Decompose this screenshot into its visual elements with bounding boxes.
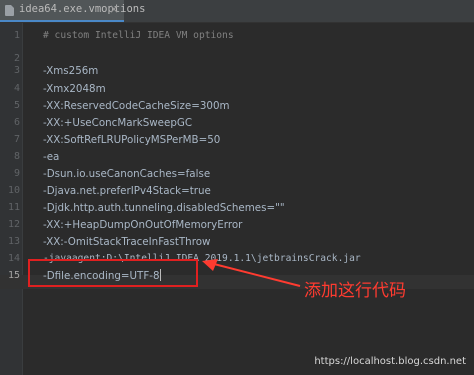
line-number: 8: [13, 151, 20, 162]
code-line[interactable]: -ea: [43, 150, 59, 164]
editor-tab-bar: idea64.exe.vmoptions ×: [0, 0, 474, 23]
code-line[interactable]: -XX:SoftRefLRUPolicyMSPerMB=50: [43, 133, 220, 147]
file-icon: [5, 5, 14, 16]
line-number-active: 15: [7, 270, 20, 281]
line-number: 12: [7, 219, 20, 230]
code-line-comment[interactable]: # custom IntelliJ IDEA VM options: [43, 29, 234, 43]
line-number: 13: [7, 236, 20, 247]
code-line[interactable]: -Djdk.http.auth.tunneling.disabledScheme…: [43, 201, 285, 215]
annotation-arrow-icon: [202, 259, 301, 287]
annotation-highlight-box: [28, 259, 198, 287]
code-line[interactable]: -XX:+UseConcMarkSweepGC: [43, 116, 192, 130]
line-number: 3: [13, 65, 20, 76]
line-number: 10: [7, 185, 20, 196]
ide-window: idea64.exe.vmoptions × 1 2 3 4 5 6 7 8 9…: [0, 0, 474, 375]
line-number: 14: [7, 253, 20, 264]
annotation-label: 添加这行代码: [304, 281, 406, 301]
line-number: 9: [13, 168, 20, 179]
code-line[interactable]: -Xmx2048m: [43, 82, 106, 96]
gutter-divider: [22, 23, 23, 375]
code-line[interactable]: -XX:+HeapDumpOnOutOfMemoryError: [43, 218, 242, 232]
line-number: 5: [13, 100, 20, 111]
line-number: 4: [13, 83, 20, 94]
watermark: https://localhost.blog.csdn.net: [314, 356, 466, 367]
close-icon[interactable]: ×: [109, 2, 119, 16]
code-line[interactable]: -XX:ReservedCodeCacheSize=300m: [43, 99, 230, 113]
tab-vmoptions[interactable]: idea64.exe.vmoptions ×: [0, 0, 145, 22]
line-number: 11: [7, 202, 20, 213]
line-number: 1: [13, 30, 20, 41]
code-line[interactable]: -XX:-OmitStackTraceInFastThrow: [43, 235, 210, 249]
code-line[interactable]: -Xms256m: [43, 64, 98, 78]
code-line[interactable]: -Dsun.io.useCanonCaches=false: [43, 167, 210, 181]
code-line[interactable]: -Djava.net.preferIPv4Stack=true: [43, 184, 211, 198]
line-number: 6: [13, 117, 20, 128]
line-number: 7: [13, 134, 20, 145]
tab-label: idea64.exe.vmoptions: [19, 3, 146, 15]
